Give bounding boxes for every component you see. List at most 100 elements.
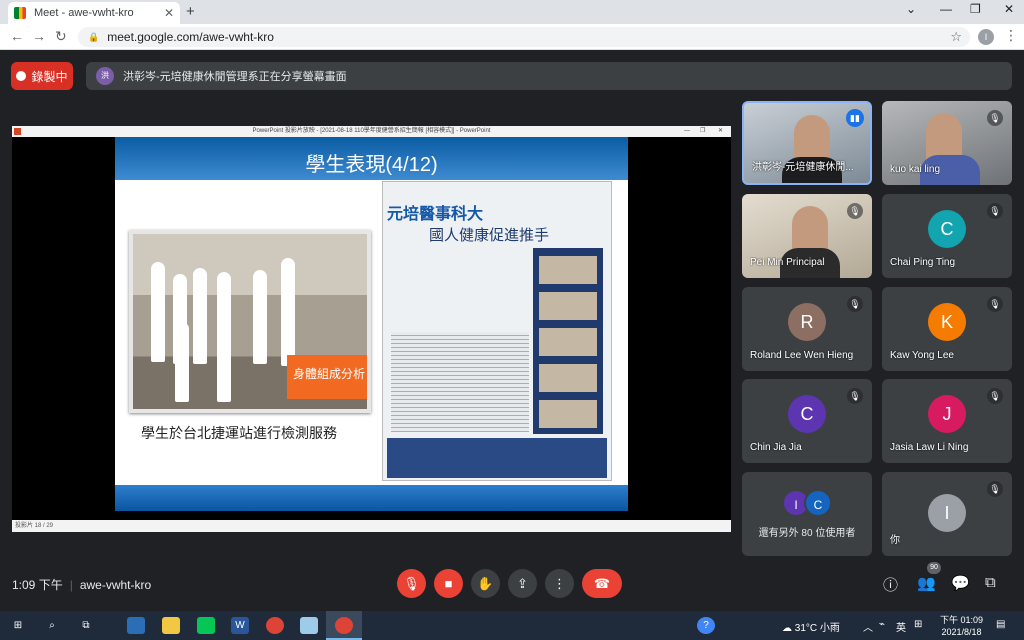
- newspaper-masthead: 元培醫事科大: [387, 206, 484, 223]
- camera-toggle-button[interactable]: ■: [434, 569, 463, 598]
- self-tile[interactable]: I 🎙 你: [882, 472, 1012, 556]
- participant-name: Chai Ping Ting: [890, 257, 956, 268]
- line-app-icon[interactable]: [197, 617, 215, 634]
- slide: 學生表現(4/12) 身體組成分析 學生於台北捷運站進行檢測服務 元培醫事科大 …: [115, 137, 628, 511]
- help-icon[interactable]: ?: [697, 617, 715, 634]
- participant-tile-pei-min[interactable]: 🎙 Pei Min Principal: [742, 194, 872, 278]
- photo-person: [175, 322, 189, 402]
- mic-off-icon: 🎙: [987, 388, 1003, 404]
- ppt-restore-icon: ❐: [700, 128, 706, 134]
- network-icon[interactable]: ⌁: [879, 619, 885, 630]
- search-icon[interactable]: ⌕: [43, 617, 61, 634]
- windows-start-icon[interactable]: ⊞: [9, 617, 27, 634]
- ppt-minimize-icon: —: [684, 128, 690, 134]
- new-tab-button[interactable]: +: [186, 3, 195, 20]
- tray-chevron-icon[interactable]: ︿: [863, 619, 873, 634]
- word-icon[interactable]: W: [231, 617, 249, 634]
- participant-name: Kaw Yong Lee: [890, 350, 954, 361]
- forward-icon[interactable]: →: [32, 28, 46, 44]
- participant-tile-chin[interactable]: C 🎙 Chin Jia Jia: [742, 379, 872, 463]
- back-icon[interactable]: ←: [10, 28, 24, 44]
- weather-icon: ☁: [782, 623, 795, 634]
- recording-label: 錄製中: [31, 69, 68, 84]
- tab-search-icon[interactable]: ⌄: [906, 2, 916, 16]
- tab-title: Meet - awe-vwht-kro: [34, 7, 134, 19]
- active-chrome-task[interactable]: [326, 611, 362, 640]
- participant-avatar: C: [804, 489, 832, 517]
- browser-toolbar: ← → ↻ 🔒 meet.google.com/awe-vwht-kro ☆ I…: [0, 24, 1024, 50]
- participant-tile-roland[interactable]: R 🎙 Roland Lee Wen Hieng: [742, 287, 872, 371]
- more-participants-avatars: I C: [782, 489, 842, 517]
- powerpoint-titlebar: PowerPoint 投影片放映 - [2021-08-18 110學年度健營系…: [12, 126, 731, 137]
- reload-icon[interactable]: ↻: [55, 28, 67, 45]
- presenter-avatar: 洪: [96, 67, 114, 85]
- presenting-text: 洪彰岑-元培健康休閒管理系正在分享螢幕畫面: [123, 71, 347, 83]
- profile-avatar[interactable]: I: [978, 29, 994, 45]
- participant-tile-presenter[interactable]: ▮▮ 洪彰岑-元培健康休閒...: [742, 101, 872, 185]
- mic-off-icon: 🎙: [987, 481, 1003, 497]
- task-view-icon[interactable]: ⧉: [77, 617, 95, 634]
- participant-tile-jasia[interactable]: J 🎙 Jasia Law Li Ning: [882, 379, 1012, 463]
- participant-tile-kuo[interactable]: 🎙 kuo kai ling: [882, 101, 1012, 185]
- slide-caption: 學生於台北捷運站進行檢測服務: [141, 425, 337, 441]
- minimize-icon[interactable]: —: [940, 2, 952, 16]
- activities-icon[interactable]: ⧉: [985, 574, 996, 591]
- bookmark-star-icon[interactable]: ☆: [950, 29, 962, 45]
- browser-tab[interactable]: Meet - awe-vwht-kro ✕: [8, 2, 180, 24]
- file-explorer-icon[interactable]: [162, 617, 180, 634]
- people-count-badge: 90: [927, 562, 941, 574]
- weather-widget[interactable]: ☁ 31°C 小雨: [782, 619, 840, 634]
- record-dot-icon: [16, 71, 27, 81]
- powerpoint-statusbar: 投影片 18 / 29: [12, 520, 731, 532]
- chrome-icon[interactable]: [266, 617, 284, 634]
- people-icon[interactable]: 👥: [917, 574, 936, 592]
- newspaper-body-text: [391, 332, 529, 432]
- ime-mode-icon[interactable]: ⊞: [914, 619, 922, 630]
- participant-tile-chai[interactable]: C 🎙 Chai Ping Ting: [882, 194, 1012, 278]
- powerpoint-window-title: PowerPoint 投影片放映 - [2021-08-18 110學年度健營系…: [252, 128, 491, 134]
- weather-text: 31°C 小雨: [794, 623, 840, 634]
- tab-strip: Meet - awe-vwht-kro ✕ + ⌄ — ❐ ✕: [0, 0, 1024, 24]
- participant-avatar: R: [788, 303, 826, 341]
- ime-indicator[interactable]: 英: [896, 619, 906, 634]
- taskbar-clock[interactable]: 下午 01:09 2021/8/18: [940, 614, 983, 638]
- address-bar[interactable]: 🔒 meet.google.com/awe-vwht-kro ☆: [78, 27, 970, 47]
- window-close-icon[interactable]: ✕: [1004, 2, 1014, 16]
- raise-hand-button[interactable]: ✋: [471, 569, 500, 598]
- lock-icon[interactable]: 🔒: [88, 32, 99, 43]
- notification-icon[interactable]: ▤: [996, 619, 1005, 630]
- participant-tile-kaw[interactable]: K 🎙 Kaw Yong Lee: [882, 287, 1012, 371]
- clock-time: 下午 01:09: [940, 615, 984, 625]
- recording-indicator[interactable]: 錄製中: [11, 62, 73, 90]
- newspaper-filmstrip: [533, 248, 603, 434]
- speaking-indicator-icon: ▮▮: [846, 109, 864, 127]
- participant-name: Jasia Law Li Ning: [890, 442, 969, 453]
- restore-icon[interactable]: ❐: [970, 2, 981, 16]
- meeting-info-icon[interactable]: ⓘ: [883, 574, 898, 595]
- mic-off-icon: 🎙: [987, 203, 1003, 219]
- participant-avatar: J: [928, 395, 966, 433]
- mic-off-icon: 🎙: [847, 388, 863, 404]
- photo-person: [217, 318, 231, 402]
- chat-icon[interactable]: 💬: [951, 574, 970, 592]
- mic-toggle-button[interactable]: 🎙: [397, 569, 426, 598]
- url-text: meet.google.com/awe-vwht-kro: [107, 30, 274, 44]
- more-options-button[interactable]: ⋮: [545, 569, 574, 598]
- windows-taskbar: ⊞ ⌕ ⧉ W ? ☁ 31°C 小雨 ︿ ⌁ 英 ⊞ 下午 01:09 202…: [0, 611, 1024, 640]
- present-screen-button[interactable]: ⇪: [508, 569, 537, 598]
- more-participants-tile[interactable]: I C 還有另外 80 位使用者: [742, 472, 872, 556]
- participant-name: Pei Min Principal: [750, 257, 825, 268]
- students-photo: 身體組成分析: [129, 230, 371, 413]
- mic-off-icon: 🎙: [847, 203, 863, 219]
- participant-name: 洪彰岑-元培健康休閒...: [752, 162, 854, 173]
- tab-close-icon[interactable]: ✕: [164, 6, 174, 20]
- participant-avatar: C: [788, 395, 826, 433]
- browser-menu-icon[interactable]: ⋮: [1004, 27, 1018, 44]
- photo-person: [193, 268, 207, 364]
- leave-call-button[interactable]: ☎: [582, 569, 622, 598]
- photo-counter: 身體組成分析: [287, 355, 367, 399]
- remote-desktop-icon[interactable]: [127, 617, 145, 634]
- photo-sign-text: 身體組成分析: [293, 367, 366, 381]
- participant-avatar: C: [928, 210, 966, 248]
- notes-app-icon[interactable]: [300, 617, 318, 634]
